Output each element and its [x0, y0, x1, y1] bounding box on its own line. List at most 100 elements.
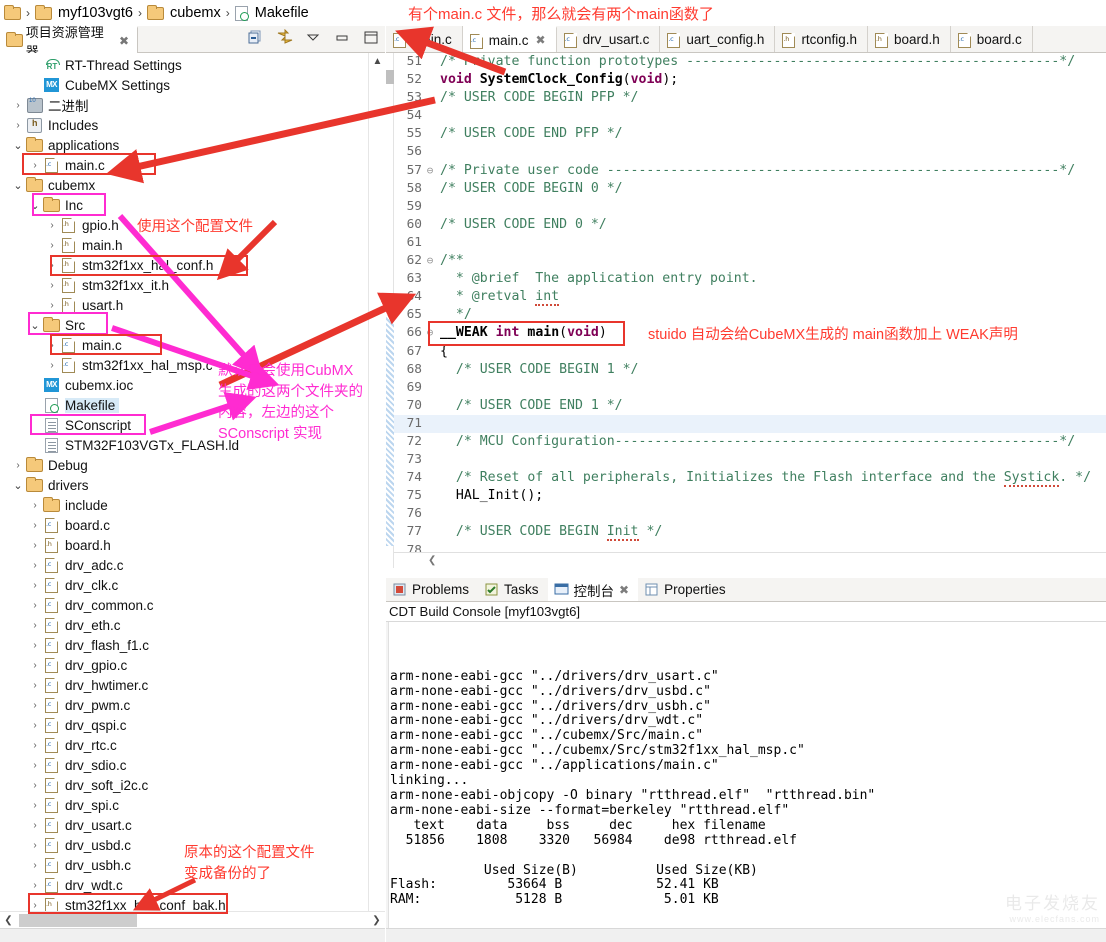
tree-item-drv-gpio-c[interactable]: › .c drv_gpio.c — [0, 655, 368, 675]
close-icon[interactable]: ✖ — [619, 583, 629, 597]
editor-horizontal-scrollbar[interactable]: ❮ — [394, 552, 1106, 568]
tree-item-drv-soft-i2c-c[interactable]: › .c drv_soft_i2c.c — [0, 775, 368, 795]
chevron-down-icon[interactable]: ⌄ — [10, 179, 26, 192]
code-line[interactable]: 73 — [394, 451, 1106, 469]
code-editor[interactable]: 51 /* Private function prototypes -------… — [386, 53, 1106, 568]
chevron-right-icon[interactable]: › — [27, 520, 43, 531]
code-line[interactable]: 60 /* USER CODE END 0 */ — [394, 216, 1106, 234]
code-line[interactable]: 51 /* Private function prototypes -------… — [394, 53, 1106, 71]
breadcrumb-root-icon[interactable] — [4, 5, 21, 20]
tree-item-makefile[interactable]: Makefile — [0, 395, 368, 415]
chevron-right-icon[interactable]: › — [44, 220, 60, 231]
close-icon[interactable]: ✖ — [119, 34, 129, 48]
tree-item-debug[interactable]: › Debug — [0, 455, 368, 475]
code-line[interactable]: 72 /* MCU Configuration-----------------… — [394, 433, 1106, 451]
chevron-right-icon[interactable]: › — [27, 700, 43, 711]
code-line[interactable]: 69 — [394, 379, 1106, 397]
tab-project-explorer[interactable]: 项目资源管理器 ✖ — [0, 25, 138, 59]
fold-toggle-icon[interactable]: ⊖ — [424, 324, 436, 342]
tree-item-stm32f1xx-hal-conf-h[interactable]: › .h stm32f1xx_hal_conf.h — [0, 255, 368, 275]
tree-item-stm32f1xx-hal-msp-c[interactable]: › .c stm32f1xx_hal_msp.c — [0, 355, 368, 375]
tree-item-drv-common-c[interactable]: › .c drv_common.c — [0, 595, 368, 615]
maximize-icon[interactable] — [363, 29, 381, 47]
editor-tab-board-h-5[interactable]: .h board.h — [867, 26, 951, 52]
scroll-up-icon[interactable]: ▲ — [369, 53, 386, 70]
tree-horizontal-scrollbar[interactable]: ❮ ❯ — [0, 911, 385, 928]
tree-item-stm32f1xx-it-h[interactable]: › .h stm32f1xx_it.h — [0, 275, 368, 295]
tree-item-drv-sdio-c[interactable]: › .c drv_sdio.c — [0, 755, 368, 775]
chevron-right-icon[interactable]: › — [27, 800, 43, 811]
tree-item-cubemx[interactable]: ⌄ cubemx — [0, 175, 368, 195]
tree-vertical-scrollbar[interactable]: ▲ ▼ — [368, 53, 385, 923]
chevron-right-icon[interactable]: › — [27, 900, 43, 911]
chevron-right-icon[interactable]: › — [10, 460, 26, 471]
breadcrumb-file-icon[interactable] — [234, 5, 251, 21]
code-line[interactable]: 59 — [394, 198, 1106, 216]
chevron-right-icon[interactable]: › — [27, 840, 43, 851]
code-line[interactable]: 76 — [394, 505, 1106, 523]
tree-item-drv-hwtimer-c[interactable]: › .c drv_hwtimer.c — [0, 675, 368, 695]
tree-item-includes[interactable]: › Includes — [0, 115, 368, 135]
tree-item-drv-flash-f1-c[interactable]: › .c drv_flash_f1.c — [0, 635, 368, 655]
tree-item-stm32f103vgtx-flash-ld[interactable]: STM32F103VGTx_FLASH.ld — [0, 435, 368, 455]
view-menu-icon[interactable] — [305, 29, 323, 47]
tree-item-gpio-h[interactable]: › .h gpio.h — [0, 215, 368, 235]
chevron-right-icon[interactable]: › — [27, 880, 43, 891]
tree-item-sconscript[interactable]: SConscript — [0, 415, 368, 435]
tree-item-drv-eth-c[interactable]: › .c drv_eth.c — [0, 615, 368, 635]
tree-item-main-c[interactable]: › .c main.c — [0, 335, 368, 355]
chevron-right-icon[interactable]: › — [27, 760, 43, 771]
code-line[interactable]: 70 /* USER CODE END 1 */ — [394, 397, 1106, 415]
code-line[interactable]: 61 — [394, 234, 1106, 252]
tree-item-drv-qspi-c[interactable]: › .c drv_qspi.c — [0, 715, 368, 735]
chevron-right-icon[interactable]: › — [27, 560, 43, 571]
code-line[interactable]: 77 /* USER CODE BEGIN Init */ — [394, 523, 1106, 542]
tree-item-drv-usart-c[interactable]: › .c drv_usart.c — [0, 815, 368, 835]
chevron-down-icon[interactable]: ⌄ — [27, 319, 43, 332]
tree-item-drivers[interactable]: ⌄ drivers — [0, 475, 368, 495]
code-content[interactable]: 51 /* Private function prototypes -------… — [394, 53, 1106, 558]
tree-item-drv-rtc-c[interactable]: › .c drv_rtc.c — [0, 735, 368, 755]
chevron-right-icon[interactable]: › — [27, 820, 43, 831]
tree-item--[interactable]: › 二进制 — [0, 95, 368, 115]
breadcrumb-item-file[interactable]: Makefile — [255, 5, 309, 21]
breadcrumb-item-project[interactable]: myf103vgt6 — [58, 5, 133, 21]
chevron-right-icon[interactable]: › — [27, 740, 43, 751]
chevron-right-icon[interactable]: › — [27, 860, 43, 871]
tree-item-drv-pwm-c[interactable]: › .c drv_pwm.c — [0, 695, 368, 715]
console-tab-console-icon[interactable]: 控制台 ✖ — [547, 578, 639, 601]
code-line[interactable]: 54 — [394, 107, 1106, 125]
chevron-right-icon[interactable]: › — [27, 660, 43, 671]
editor-tab-drv-usart-c-2[interactable]: .c drv_usart.c — [556, 26, 661, 52]
chevron-right-icon[interactable]: › — [44, 280, 60, 291]
tree-item-cubemx-settings[interactable]: MX CubeMX Settings — [0, 75, 368, 95]
chevron-right-icon[interactable]: › — [27, 540, 43, 551]
chevron-right-icon[interactable]: › — [27, 620, 43, 631]
code-line[interactable]: 62 ⊖/** — [394, 252, 1106, 270]
tree-item-drv-spi-c[interactable]: › .c drv_spi.c — [0, 795, 368, 815]
editor-tab-main-c-1[interactable]: .c main.c ✖ — [462, 26, 557, 52]
chevron-right-icon[interactable]: › — [44, 360, 60, 371]
chevron-right-icon[interactable]: › — [27, 680, 43, 691]
editor-tab-main-c-0[interactable]: .c main.c — [386, 26, 463, 52]
tree-item-drv-usbh-c[interactable]: › .c drv_usbh.c — [0, 855, 368, 875]
chevron-right-icon[interactable]: › — [44, 260, 60, 271]
code-line[interactable]: 56 — [394, 143, 1106, 161]
code-line[interactable]: 66 ⊖ __WEAK int main(void) — [394, 324, 1106, 342]
tree-item-board-c[interactable]: › .c board.c — [0, 515, 368, 535]
chevron-down-icon[interactable]: ⌄ — [27, 199, 43, 212]
tree-item-cubemx-ioc[interactable]: MX cubemx.ioc — [0, 375, 368, 395]
tree-item-main-h[interactable]: › .h main.h — [0, 235, 368, 255]
chevron-down-icon[interactable]: ⌄ — [10, 139, 26, 152]
chevron-right-icon[interactable]: › — [27, 780, 43, 791]
minimize-icon[interactable] — [334, 29, 352, 47]
console-tab-properties-icon[interactable]: Properties — [638, 578, 735, 601]
chevron-down-icon[interactable]: ⌄ — [10, 479, 26, 492]
scroll-right-icon[interactable]: ❯ — [368, 912, 385, 929]
code-line[interactable]: 55 /* USER CODE END PFP */ — [394, 125, 1106, 143]
chevron-right-icon[interactable]: › — [27, 720, 43, 731]
code-line[interactable]: 63 * @brief The application entry point. — [394, 270, 1106, 288]
chevron-right-icon[interactable]: › — [27, 160, 43, 171]
tree-item-drv-usbd-c[interactable]: › .c drv_usbd.c — [0, 835, 368, 855]
chevron-right-icon[interactable]: › — [44, 340, 60, 351]
